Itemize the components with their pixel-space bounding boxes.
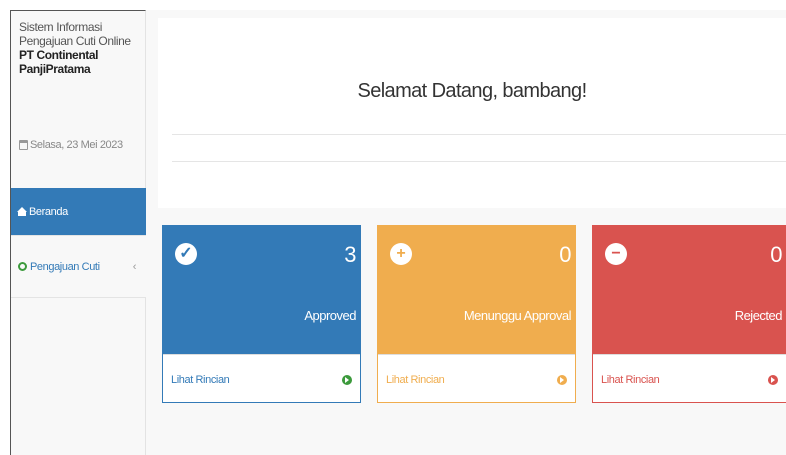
arrow-circle-right-icon bbox=[557, 374, 567, 385]
rejected-panel: − 0 Rejected Lihat Rincian bbox=[592, 225, 786, 403]
sidebar-item-label: Pengajuan Cuti bbox=[30, 260, 100, 273]
view-details-link[interactable]: Lihat Rincian bbox=[593, 354, 786, 404]
welcome-box: Selamat Datang, bambang! bbox=[158, 18, 786, 208]
panel-heading: − 0 Rejected bbox=[593, 226, 786, 354]
view-details-link[interactable]: Lihat Rincian bbox=[378, 354, 575, 404]
divider bbox=[172, 161, 786, 162]
pending-label: Menunggu Approval bbox=[463, 308, 572, 323]
welcome-title: Selamat Datang, bambang! bbox=[357, 80, 587, 102]
pending-count: 0 bbox=[559, 242, 571, 267]
rejected-count: 0 bbox=[770, 242, 782, 267]
date-display: Selasa, 23 Mei 2023 bbox=[19, 139, 123, 151]
approved-panel: ✓ 3 Approved Lihat Rincian bbox=[162, 225, 361, 403]
rejected-label: Rejected bbox=[734, 308, 783, 323]
view-details-label: Lihat Rincian bbox=[171, 373, 230, 386]
approved-count: 3 bbox=[344, 242, 356, 267]
recycle-icon bbox=[18, 262, 27, 271]
arrow-circle-right-icon bbox=[768, 374, 778, 385]
app-name: Sistem Informasi Pengajuan Cuti Online bbox=[19, 20, 131, 48]
main-content: Selamat Datang, bambang! ✓ 3 Approved Li… bbox=[146, 10, 786, 455]
sidebar-item-pengajuan-cuti[interactable]: Pengajuan Cuti ‹ bbox=[11, 236, 146, 298]
panel-heading: ✓ 3 Approved bbox=[163, 226, 360, 354]
arrow-circle-right-icon bbox=[342, 374, 352, 385]
home-icon bbox=[17, 206, 27, 216]
panel-heading: + 0 Menunggu Approval bbox=[378, 226, 575, 354]
view-details-label: Lihat Rincian bbox=[601, 373, 660, 386]
date-text: Selasa, 23 Mei 2023 bbox=[30, 139, 123, 151]
plus-circle-icon: + bbox=[390, 243, 412, 265]
sidebar: Sistem Informasi Pengajuan Cuti Online P… bbox=[10, 10, 146, 455]
chevron-left-icon[interactable]: ‹ bbox=[133, 261, 137, 273]
sidebar-nav: Beranda Pengajuan Cuti ‹ bbox=[11, 188, 146, 298]
sidebar-item-beranda[interactable]: Beranda bbox=[11, 188, 146, 236]
divider bbox=[172, 134, 786, 135]
company-name: PT Continental PanjiPratama bbox=[19, 48, 99, 76]
brand: Sistem Informasi Pengajuan Cuti Online P… bbox=[19, 20, 145, 76]
calendar-icon bbox=[19, 140, 28, 150]
check-circle-icon: ✓ bbox=[175, 243, 197, 265]
minus-circle-icon: − bbox=[605, 243, 627, 265]
sidebar-item-label: Beranda bbox=[29, 205, 68, 218]
view-details-link[interactable]: Lihat Rincian bbox=[163, 354, 360, 404]
view-details-label: Lihat Rincian bbox=[386, 373, 445, 386]
approved-label: Approved bbox=[304, 308, 356, 323]
pending-panel: + 0 Menunggu Approval Lihat Rincian bbox=[377, 225, 576, 403]
app-frame: Sistem Informasi Pengajuan Cuti Online P… bbox=[0, 0, 786, 455]
